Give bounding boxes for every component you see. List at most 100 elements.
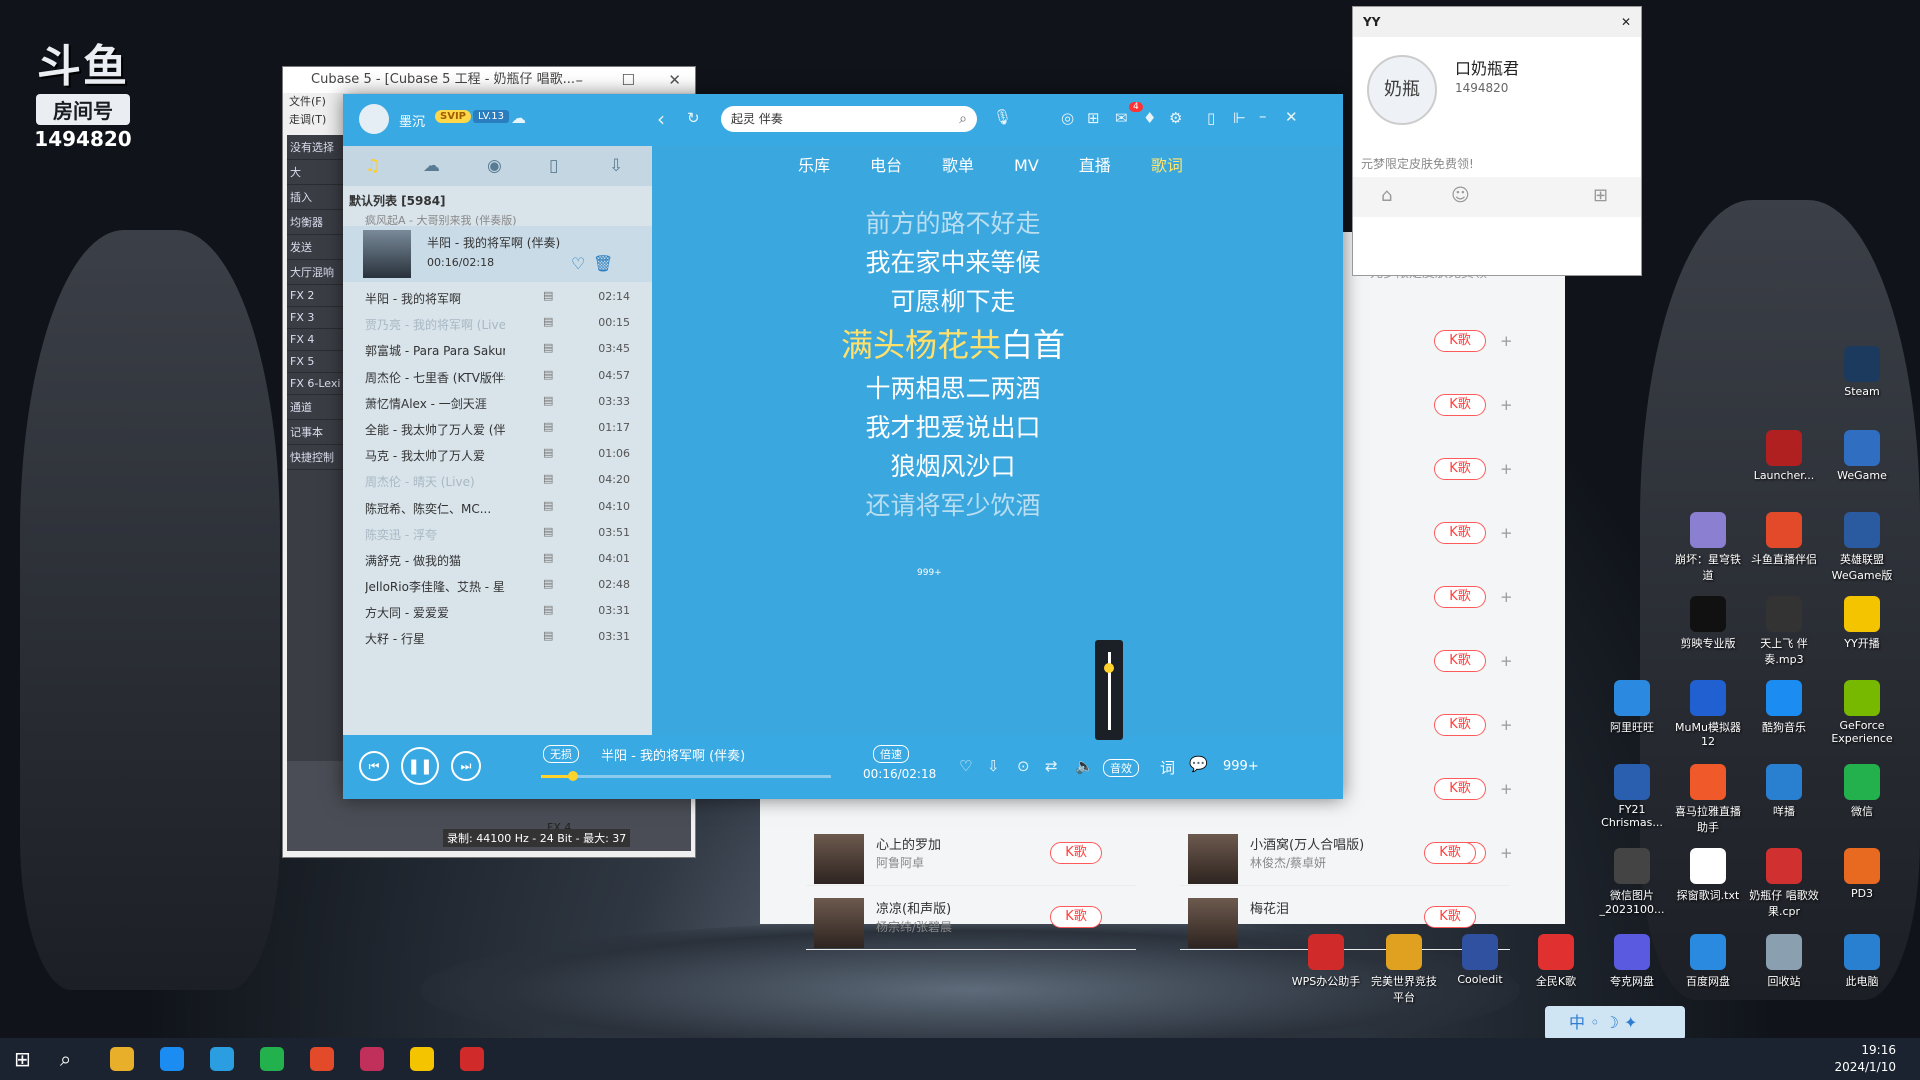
heart-icon[interactable]: ♡	[571, 254, 585, 273]
mv-icon[interactable]: ▤	[543, 341, 553, 354]
song-row[interactable]: 半阳 - 我的将军啊 ▤ 02:14	[343, 284, 652, 310]
volume-icon[interactable]: 🔈	[1075, 757, 1094, 775]
mv-icon[interactable]: ▤	[543, 603, 553, 616]
delete-icon[interactable]: 🗑	[593, 254, 613, 273]
add-icon[interactable]: +	[1500, 332, 1513, 350]
speed-button[interactable]: 倍速	[873, 745, 909, 763]
desktop-icon[interactable]: PD3	[1826, 848, 1898, 900]
queue-count[interactable]: 999+	[1223, 759, 1259, 774]
k-song-button[interactable]: K歌	[1434, 330, 1486, 352]
song-row[interactable]: 周杰伦 - 七里香 (KTV版伴奏) ▤ 04:57	[343, 363, 652, 389]
ksong-col1[interactable]: 心上的罗加 阿鲁阿卓 K歌 凉凉(和声版) 杨宗纬/张碧晨 K歌	[806, 822, 1136, 950]
tab-1[interactable]: 电台	[870, 152, 902, 176]
desktop-icon[interactable]: 咩播	[1748, 764, 1820, 819]
k-song-button[interactable]: K歌	[1434, 458, 1486, 480]
skin-icon[interactable]: ♦	[1143, 109, 1156, 127]
add-icon[interactable]: +	[1500, 588, 1513, 606]
music-note-icon[interactable]: ♫	[365, 156, 380, 176]
player-bar[interactable]: ⏮ ❚❚ ⏭ 无损 半阳 - 我的将军啊 (伴奏) 倍速 00:16/02:18…	[343, 735, 1343, 799]
k-song-button[interactable]: K歌	[1424, 906, 1476, 928]
cubase-side-item[interactable]: FX 5	[287, 351, 345, 373]
progress-bar[interactable]	[541, 771, 831, 781]
menu-file[interactable]: 文件(F)	[289, 95, 326, 108]
mv-icon[interactable]: ▤	[543, 577, 553, 590]
desktop-icon[interactable]: WPS办公助手	[1290, 934, 1362, 989]
desktop-icon[interactable]: YY开播	[1826, 596, 1898, 651]
left-tabs[interactable]: ♫ ☁ ◉ ▯ ⇩	[343, 146, 652, 186]
nav-tabs[interactable]: 乐库 电台 歌单 MV 直播 歌词	[798, 152, 1223, 178]
back-icon[interactable]: ‹	[657, 107, 665, 131]
desktop-icon[interactable]: Cooledit	[1444, 934, 1516, 986]
add-icon[interactable]: +	[1500, 652, 1513, 670]
cubase-side-item[interactable]: 快捷控制	[287, 445, 345, 470]
mv-icon[interactable]: ▤	[543, 315, 553, 328]
pause-button[interactable]: ❚❚	[401, 747, 439, 785]
yy-window[interactable]: YY ✕ 奶瓶 口奶瓶君 1494820 元梦限定皮肤免费领! ⌂ ☺ ⊞	[1352, 6, 1642, 276]
song-row[interactable]: 大籽 - 行星 ▤ 03:31	[343, 624, 652, 650]
desktop-icon[interactable]: GeForce Experience	[1826, 680, 1898, 745]
k-song-button[interactable]: K歌	[1424, 842, 1476, 864]
prev-button[interactable]: ⏮	[359, 751, 389, 781]
desktop-icon[interactable]: 完美世界竞技平台	[1368, 934, 1440, 1005]
volume-slider[interactable]	[1095, 640, 1123, 740]
tab-0[interactable]: 乐库	[798, 152, 830, 176]
close-icon[interactable]: ✕	[1285, 108, 1298, 126]
clock[interactable]: 19:16 2024/1/10	[1834, 1042, 1896, 1076]
douyu-taskbar-icon[interactable]	[310, 1047, 334, 1071]
tab-2[interactable]: 歌单	[942, 152, 974, 176]
target-icon[interactable]: ◎	[1061, 109, 1074, 127]
add-icon[interactable]: +	[1500, 524, 1513, 542]
mic-icon[interactable]: 🎙	[993, 108, 1012, 126]
cloud-tab-icon[interactable]: ☁	[423, 156, 440, 176]
wechat-icon[interactable]	[260, 1047, 284, 1071]
edge-icon[interactable]	[210, 1047, 234, 1071]
ksong-row[interactable]: 凉凉(和声版) 杨宗纬/张碧晨 K歌	[806, 886, 1136, 950]
mv-icon[interactable]: ▤	[543, 368, 553, 381]
cubase-side-item[interactable]: FX 6-Lexi	[287, 373, 345, 395]
song-list[interactable]: 半阳 - 我的将军啊 ▤ 02:14 贾乃亮 - 我的将军啊 (Live) ▤ 00:15…	[343, 284, 652, 651]
app-taskbar-icon[interactable]	[460, 1047, 484, 1071]
desktop-icon[interactable]: 微信图片_2023100...	[1596, 848, 1668, 916]
tab-5[interactable]: 歌词	[1151, 152, 1183, 176]
home-icon[interactable]: ⌂	[1381, 185, 1392, 206]
ime-bar[interactable]: 中 ◦ ☽ ✦	[1545, 1006, 1685, 1040]
search-icon[interactable]: ⌕	[60, 1047, 71, 1071]
tab-3[interactable]: MV	[1014, 156, 1039, 175]
close-icon[interactable]: ✕	[668, 67, 681, 93]
song-row[interactable]: 陈冠希、陈奕仁、MC... ▤ 04:10	[343, 494, 652, 520]
desktop-icon[interactable]: Launcher...	[1748, 430, 1820, 482]
song-row[interactable]: 周杰伦 - 晴天 (Live) ▤ 04:20	[343, 467, 652, 493]
mv-icon[interactable]: ▤	[543, 420, 553, 433]
effect-button[interactable]: 音效	[1103, 759, 1139, 777]
ksong-row[interactable]: 小酒窝(万人合唱版) 林俊杰/蔡卓妍 K歌	[1180, 822, 1510, 886]
list-header[interactable]: 默认列表 [5984]	[349, 192, 446, 209]
download-icon[interactable]: ⇩	[987, 757, 1000, 775]
desktop-icon[interactable]: 夸克网盘	[1596, 934, 1668, 989]
cubase-taskbar-icon[interactable]	[360, 1047, 384, 1071]
close-icon[interactable]: ✕	[1621, 7, 1631, 37]
mv-icon[interactable]: ▤	[543, 446, 553, 459]
user-name[interactable]: 墨沉	[399, 111, 425, 130]
refresh-icon[interactable]: ↻	[687, 109, 700, 127]
cubase-side-item[interactable]: 记事本	[287, 420, 345, 445]
k-song-button[interactable]: K歌	[1050, 842, 1102, 864]
mv-icon[interactable]: ▤	[543, 472, 553, 485]
k-song-button[interactable]: K歌	[1434, 394, 1486, 416]
next-button[interactable]: ⏭	[451, 751, 481, 781]
desktop-icon[interactable]: WeGame	[1826, 430, 1898, 482]
mv-icon[interactable]: ▤	[543, 394, 553, 407]
mv-icon[interactable]: ▤	[543, 525, 553, 538]
mv-icon[interactable]: ▤	[543, 289, 553, 302]
desktop-icon[interactable]: 剪映专业版	[1672, 596, 1744, 651]
k-song-button[interactable]: K歌	[1434, 586, 1486, 608]
song-row[interactable]: 萧忆情Alex - 一剑天涯 ▤ 03:33	[343, 389, 652, 415]
taskbar[interactable]: ⊞ ⌕ 19:16 2024/1/10	[0, 1038, 1920, 1080]
song-row[interactable]: 满舒克 - 做我的猫 ▤ 04:01	[343, 546, 652, 572]
desktop-icon[interactable]: 此电脑	[1826, 934, 1898, 989]
minimize-icon[interactable]: –	[576, 67, 584, 93]
cubase-side-item[interactable]: FX 4	[287, 329, 345, 351]
search-icon[interactable]: ⌕	[959, 106, 967, 132]
radio-tab-icon[interactable]: ◉	[487, 156, 502, 176]
desktop-icon[interactable]: 英雄联盟WeGame版	[1826, 512, 1898, 583]
playlist-panel[interactable]: 默认列表 [5984] 疯风起A - 大哥别来我 (伴奏版) 半阳 - 我的将军…	[343, 186, 652, 735]
